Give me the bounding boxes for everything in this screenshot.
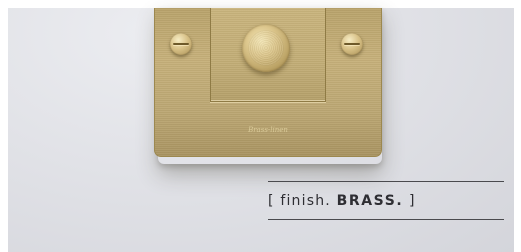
brass-switch-plate: Brass-linen [154, 8, 382, 157]
dimmer-knob [242, 24, 290, 72]
left-screw-icon [170, 33, 192, 55]
caption-close-bracket: ] [409, 193, 416, 209]
right-screw-icon [341, 33, 363, 55]
finish-caption: [ finish. BRASS. ] [268, 190, 416, 212]
caption-open-bracket: [ [268, 193, 275, 209]
caption-prefix: finish. [280, 193, 331, 209]
caption-top-rule [268, 181, 504, 182]
svg-text:Brass-linen: Brass-linen [247, 126, 288, 134]
caption-bottom-rule [268, 219, 504, 220]
caption-finish-name: BRASS. [336, 193, 404, 209]
product-photo: Brass-linen [ finish. BRASS. ] [0, 0, 521, 252]
brand-engraving-logo: Brass-linen [247, 126, 288, 134]
inset-panel [210, 8, 326, 102]
